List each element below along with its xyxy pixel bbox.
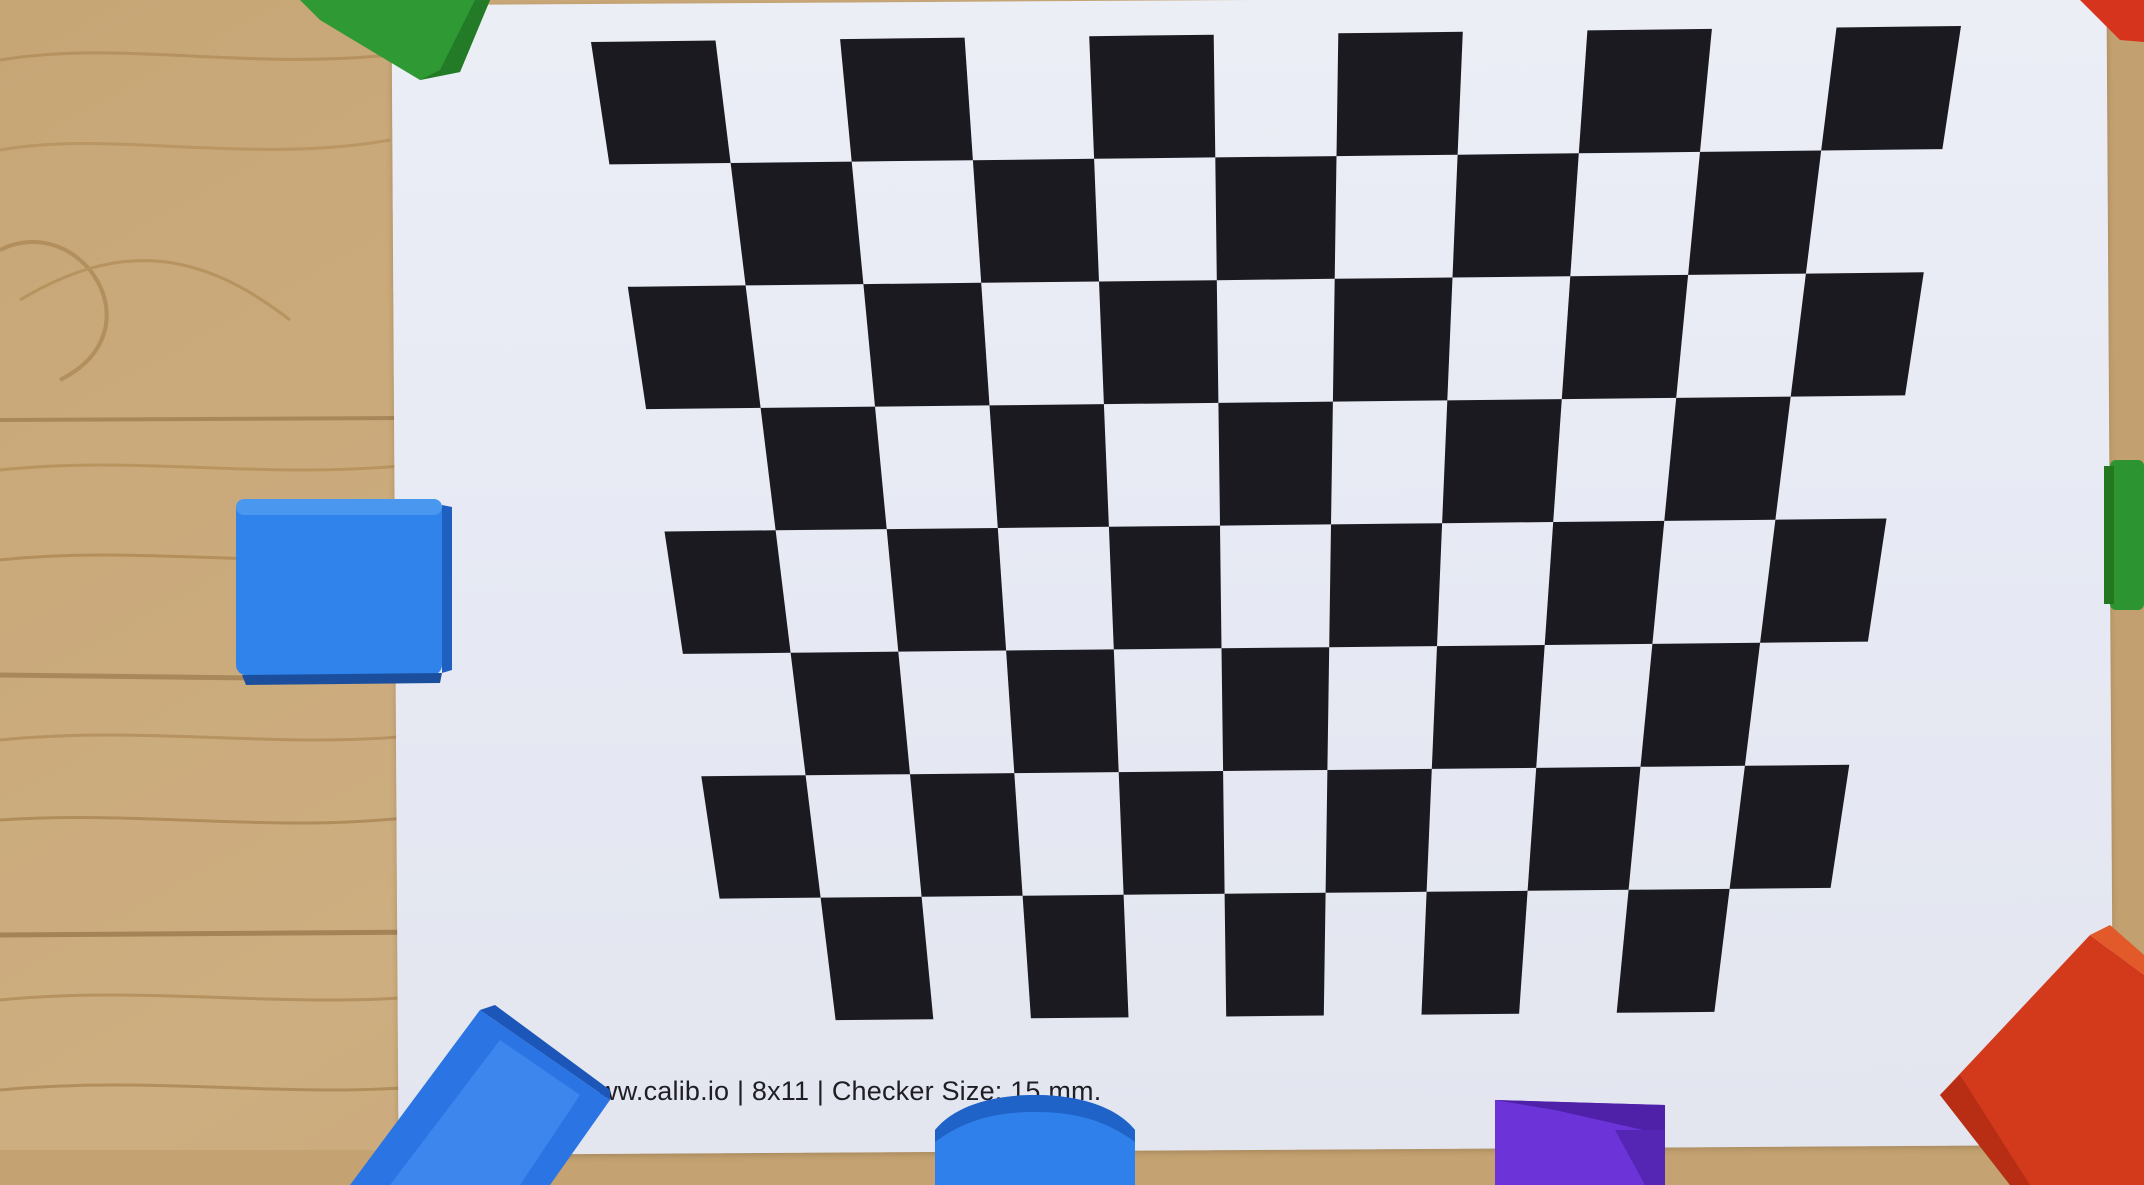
blue-cube-left xyxy=(236,499,452,685)
checker-square-4-10 xyxy=(1760,518,1887,643)
checker-square-3-9 xyxy=(1664,396,1791,521)
checker-square-6-2 xyxy=(910,773,1023,897)
purple-block-bottom xyxy=(1495,1100,1665,1185)
blue-half-cylinder-bottom xyxy=(935,1095,1135,1185)
checker-square-5-9 xyxy=(1640,642,1761,767)
checker-square-7-9 xyxy=(1616,888,1730,1013)
checker-square-4-0 xyxy=(664,530,791,654)
checker-square-7-7 xyxy=(1421,890,1528,1015)
red-block-top-right xyxy=(2080,0,2144,42)
checker-square-5-5 xyxy=(1221,647,1330,771)
checker-square-0-8 xyxy=(1578,28,1712,154)
checker-square-7-1 xyxy=(820,896,934,1021)
checker-square-6-0 xyxy=(701,775,821,899)
checker-square-3-5 xyxy=(1218,401,1333,526)
checker-square-0-10 xyxy=(1821,26,1961,151)
checker-square-4-2 xyxy=(886,528,1007,652)
checker-square-2-10 xyxy=(1790,272,1924,397)
checker-square-3-7 xyxy=(1442,399,1562,524)
photo-scene: ww.calib.io | 8x11 | Checker Size: 15 mm… xyxy=(0,0,2144,1185)
checker-square-1-9 xyxy=(1688,150,1822,275)
checker-square-5-7 xyxy=(1431,645,1545,769)
checker-square-3-3 xyxy=(989,404,1109,528)
checker-square-4-8 xyxy=(1544,520,1665,645)
green-block-right xyxy=(2104,460,2144,610)
blue-block-bottom-left xyxy=(350,1005,610,1185)
checker-square-4-6 xyxy=(1329,523,1443,648)
checker-square-2-0 xyxy=(627,285,761,410)
checker-square-6-6 xyxy=(1325,768,1432,893)
checker-square-0-6 xyxy=(1336,31,1463,157)
checker-square-1-5 xyxy=(1215,156,1337,281)
checker-square-6-10 xyxy=(1729,764,1850,889)
checker-square-2-4 xyxy=(1099,280,1219,405)
checker-square-7-5 xyxy=(1224,892,1326,1017)
checker-square-5-1 xyxy=(790,651,910,776)
checker-square-2-2 xyxy=(863,282,990,407)
checker-square-2-8 xyxy=(1561,274,1689,400)
checker-square-0-4 xyxy=(1089,34,1216,159)
checker-square-1-3 xyxy=(972,158,1099,283)
checker-square-3-1 xyxy=(760,406,887,531)
checker-square-4-4 xyxy=(1108,525,1222,650)
checker-square-1-7 xyxy=(1452,153,1579,278)
red-block-bottom-right xyxy=(1940,925,2144,1185)
green-block-top-left xyxy=(300,0,490,80)
checker-square-6-4 xyxy=(1118,771,1225,895)
checker-square-7-3 xyxy=(1022,894,1129,1019)
checker-square-1-1 xyxy=(730,161,864,286)
checker-square-6-8 xyxy=(1527,766,1641,891)
checker-square-2-6 xyxy=(1332,277,1453,402)
checker-square-5-3 xyxy=(1006,649,1119,774)
checker-square-0-2 xyxy=(840,37,973,162)
checker-square-0-0 xyxy=(591,40,731,165)
